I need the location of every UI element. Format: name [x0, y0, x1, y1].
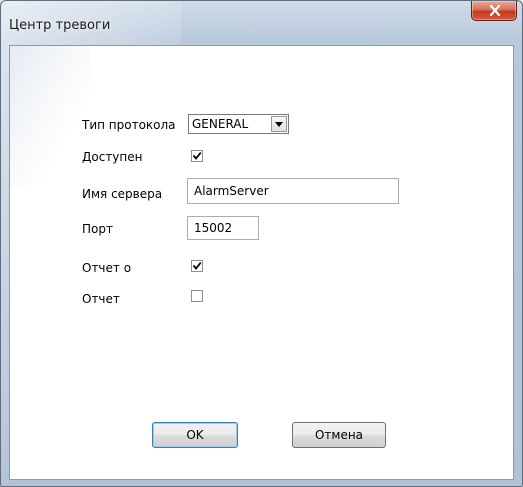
ok-button[interactable]: OK — [152, 422, 238, 448]
dialog-client-area: Тип протокола GENERAL Доступен Имя серве… — [9, 45, 514, 480]
checkmark-icon — [192, 261, 202, 270]
port-input[interactable] — [187, 216, 259, 240]
title-bar[interactable]: Центр тревоги — [1, 1, 522, 45]
dialog-window: Центр тревоги Тип протокола GENERAL Дост… — [0, 0, 523, 487]
report-checkbox[interactable] — [191, 290, 203, 302]
protocol-label: Тип протокола — [82, 118, 176, 132]
chevron-down-icon — [275, 122, 283, 127]
server-name-label: Имя сервера — [82, 187, 163, 201]
window-title: Центр тревоги — [9, 18, 111, 33]
client-sheen — [10, 46, 90, 186]
report-label: Отчет — [82, 292, 120, 306]
protocol-select-value: GENERAL — [192, 117, 249, 131]
close-button[interactable] — [471, 1, 517, 21]
report-on-checkbox[interactable] — [191, 260, 203, 272]
protocol-select[interactable]: GENERAL — [188, 114, 289, 134]
server-name-input[interactable] — [187, 178, 399, 204]
report-on-label: Отчет о — [82, 261, 132, 275]
checkmark-icon — [192, 151, 202, 160]
protocol-dropdown-button[interactable] — [271, 116, 287, 132]
enabled-checkbox[interactable] — [191, 150, 203, 162]
port-label: Порт — [82, 222, 113, 236]
close-icon — [489, 5, 501, 16]
cancel-button[interactable]: Отмена — [292, 422, 386, 448]
enabled-label: Доступен — [82, 150, 143, 164]
